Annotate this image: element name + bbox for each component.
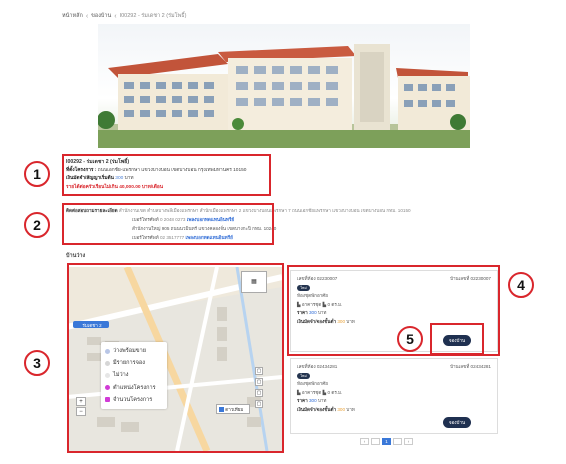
building-icon: ▙ — [297, 389, 301, 395]
book-unit-button[interactable]: จองบ้าน — [443, 417, 471, 428]
chevron-left-icon: ‹ — [114, 12, 117, 20]
chevron-left-icon: ‹ — [85, 12, 89, 20]
breadcrumb: หน้าหลัก ‹ ของบ้าน ‹ I00292 - ร่มเดชา 2 … — [62, 12, 186, 20]
annotation-number-2: 2 — [24, 212, 50, 238]
pager-next-button[interactable]: › — [404, 438, 413, 445]
pager-blank — [371, 438, 380, 445]
house-number: 02434281 — [470, 364, 491, 369]
breadcrumb-current: I00292 - ร่มเดชา 2 (ร่มโพธิ์) — [119, 13, 187, 19]
unit-price: ราคา 300 บาท — [297, 398, 327, 404]
available-units-label: บ้านว่าง — [66, 253, 86, 259]
area-icon: ▙ — [322, 389, 327, 395]
annotation-number-5: 5 — [397, 326, 423, 352]
annotation-number-1: 1 — [24, 161, 50, 187]
new-badge: ใหม่ — [297, 372, 310, 379]
unit-area: ▙ อาคารชุด ▙ 0 ตร.ม. — [297, 389, 343, 395]
breadcrumb-home[interactable]: หน้าหลัก — [62, 12, 83, 20]
pagination: ‹ 1 › — [360, 438, 413, 445]
annotation-number-4: 4 — [508, 272, 534, 298]
pager-prev-button[interactable]: ‹ — [360, 438, 369, 445]
pager-blank — [393, 438, 402, 445]
unit-deposit: เงินมัดจำ/จองขั้นต่ำ 300 บาท — [297, 406, 355, 412]
annotation-box-5 — [430, 323, 484, 355]
project-hero-image — [98, 24, 470, 148]
annotation-box-3 — [67, 263, 284, 453]
annotation-box-2 — [62, 203, 274, 245]
pager-page-1[interactable]: 1 — [382, 438, 391, 445]
unit-id: 02434281 — [316, 364, 338, 369]
unit-type: ห้องชุดพักอาศัย — [297, 381, 328, 387]
annotation-number-3: 3 — [24, 350, 50, 376]
annotation-box-1 — [62, 154, 271, 196]
breadcrumb-section[interactable]: ของบ้าน — [91, 12, 111, 20]
